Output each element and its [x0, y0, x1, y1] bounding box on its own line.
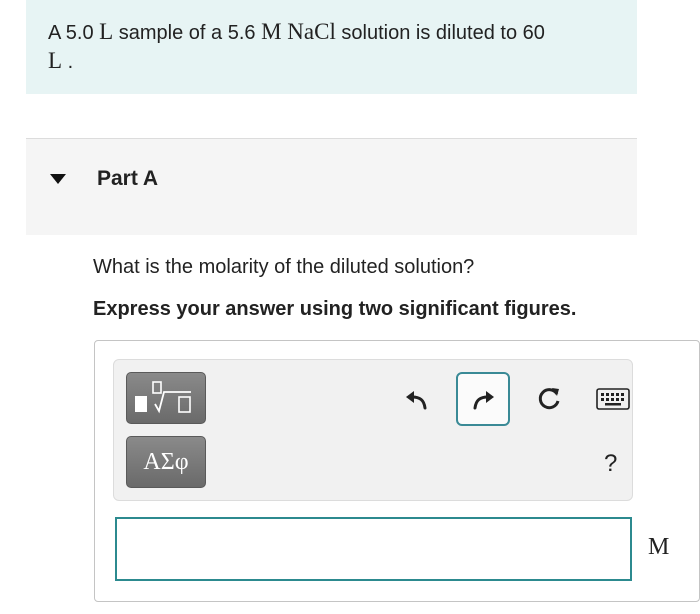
reset-icon [538, 388, 560, 410]
undo-button[interactable] [390, 372, 444, 426]
unit-molar: M [261, 19, 282, 44]
unit-liter-2: L [48, 48, 63, 73]
answer-panel: ΑΣφ ? M [94, 340, 700, 602]
chemical-formula: NaCl [287, 19, 336, 44]
keyboard-icon [596, 388, 630, 410]
intro-mid-2: solution is diluted to 60 [335, 22, 545, 44]
answer-unit: M [648, 534, 670, 560]
collapse-caret-icon[interactable] [50, 174, 66, 184]
reset-button[interactable] [522, 372, 576, 426]
intro-prefix: A 5.0 [48, 22, 100, 44]
answer-instruction: Express your answer using two significan… [93, 298, 577, 320]
undo-icon [406, 391, 427, 410]
math-toolbar: ΑΣφ ? [113, 359, 633, 501]
part-a-header[interactable]: Part A [26, 138, 637, 235]
greek-symbols-button[interactable]: ΑΣφ [126, 436, 206, 488]
templates-icon [135, 381, 191, 414]
intro-mid: sample of a 5.6 [113, 22, 262, 44]
templates-button[interactable] [126, 372, 206, 424]
redo-icon [473, 391, 494, 410]
answer-input[interactable] [115, 517, 632, 581]
redo-button[interactable] [456, 372, 510, 426]
unit-liter: L [99, 19, 114, 44]
part-title: Part A [97, 167, 159, 190]
help-button[interactable]: ? [604, 450, 617, 478]
question-text: What is the molarity of the diluted solu… [93, 256, 475, 278]
keyboard-button[interactable] [586, 372, 640, 426]
problem-statement: A 5.0 L sample of a 5.6 M NaCl solution … [26, 0, 637, 94]
intro-period: . [62, 51, 74, 73]
